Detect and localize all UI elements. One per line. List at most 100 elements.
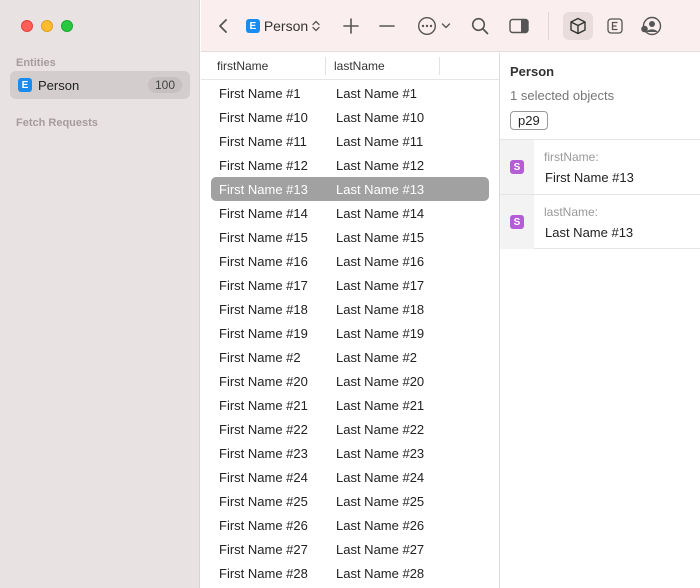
- cell-firstname: First Name #12: [219, 157, 308, 173]
- cell-lastname: Last Name #24: [336, 469, 425, 485]
- cell-lastname: Last Name #1: [336, 85, 417, 101]
- record-count-badge: 100: [147, 77, 182, 93]
- more-menu-button[interactable]: [415, 14, 453, 38]
- cell-lastname: Last Name #2: [336, 349, 417, 365]
- entity-square-icon: [607, 18, 623, 34]
- table-row[interactable]: First Name #10 Last Name #10: [201, 105, 499, 129]
- entity-icon: E: [18, 78, 32, 92]
- cell-lastname: Last Name #14: [336, 205, 425, 221]
- cell-firstname: First Name #13: [219, 181, 308, 197]
- cell-firstname: First Name #20: [219, 373, 308, 389]
- close-window-button[interactable]: [21, 20, 33, 32]
- entity-selector[interactable]: E Person: [245, 14, 321, 38]
- toolbar: E Person: [201, 0, 700, 52]
- table-row[interactable]: First Name #2 Last Name #2: [201, 345, 499, 369]
- add-button[interactable]: [339, 14, 363, 38]
- plus-icon: [343, 18, 359, 34]
- cell-lastname: Last Name #18: [336, 301, 425, 317]
- table-row[interactable]: First Name #21 Last Name #21: [201, 393, 499, 417]
- chevron-left-icon: [219, 19, 227, 33]
- table-row[interactable]: First Name #28 Last Name #28: [201, 561, 499, 585]
- cell-lastname: Last Name #22: [336, 421, 425, 437]
- entity-icon: E: [245, 19, 260, 33]
- table-row[interactable]: First Name #20 Last Name #20: [201, 369, 499, 393]
- back-button[interactable]: [213, 14, 233, 38]
- cell-lastname: Last Name #10: [336, 109, 425, 125]
- table-row[interactable]: First Name #19 Last Name #19: [201, 321, 499, 345]
- string-type-icon: S: [510, 160, 524, 174]
- zoom-window-button[interactable]: [61, 20, 73, 32]
- table-row[interactable]: First Name #23 Last Name #23: [201, 441, 499, 465]
- minus-icon: [379, 25, 395, 27]
- table-row[interactable]: First Name #24 Last Name #24: [201, 465, 499, 489]
- remove-button[interactable]: [375, 14, 399, 38]
- cell-firstname: First Name #10: [219, 109, 308, 125]
- cell-firstname: First Name #23: [219, 445, 308, 461]
- table-row[interactable]: First Name #25 Last Name #25: [201, 489, 499, 513]
- attribute-value[interactable]: First Name #13: [545, 170, 634, 185]
- records-table: firstName lastName First Name #1 Last Nam…: [201, 53, 499, 588]
- object-id-tag[interactable]: p29: [510, 111, 548, 130]
- cell-firstname: First Name #16: [219, 253, 308, 269]
- cell-lastname: Last Name #27: [336, 541, 425, 557]
- sidebar-item-label: Person: [38, 77, 80, 93]
- search-icon: [471, 17, 489, 35]
- table-row[interactable]: First Name #17 Last Name #17: [201, 273, 499, 297]
- cell-firstname: First Name #19: [219, 325, 308, 341]
- entity-view-button[interactable]: [604, 14, 626, 38]
- table-row[interactable]: First Name #18 Last Name #18: [201, 297, 499, 321]
- cell-firstname: First Name #17: [219, 277, 308, 293]
- entities-section-header: Entities: [16, 57, 56, 69]
- table-row-selected[interactable]: First Name #13 Last Name #13: [201, 177, 499, 201]
- account-button[interactable]: [639, 14, 663, 38]
- attribute-name: firstName:: [544, 150, 599, 164]
- column-divider[interactable]: [439, 57, 440, 75]
- cell-firstname: First Name #24: [219, 469, 308, 485]
- cell-firstname: First Name #2: [219, 349, 301, 365]
- table-row[interactable]: First Name #12 Last Name #12: [201, 153, 499, 177]
- column-header-lastname[interactable]: lastName: [334, 59, 385, 73]
- table-row[interactable]: First Name #27 Last Name #27: [201, 537, 499, 561]
- table-row[interactable]: First Name #22 Last Name #22: [201, 417, 499, 441]
- table-row[interactable]: First Name #16 Last Name #16: [201, 249, 499, 273]
- table-header: firstName lastName: [201, 53, 499, 80]
- object-view-button[interactable]: [563, 12, 593, 40]
- table-row[interactable]: First Name #11 Last Name #11: [201, 129, 499, 153]
- sidebar-item-person[interactable]: E Person 100: [10, 71, 190, 99]
- cell-firstname: First Name #18: [219, 301, 308, 317]
- inspector-panel: Person 1 selected objects p29 S firstNam…: [500, 53, 700, 588]
- cell-lastname: Last Name #17: [336, 277, 425, 293]
- chevron-updown-icon: [312, 20, 320, 32]
- inspector-title: Person: [510, 64, 555, 79]
- table-row[interactable]: First Name #15 Last Name #15: [201, 225, 499, 249]
- table-row[interactable]: First Name #26 Last Name #26: [201, 513, 499, 537]
- cell-lastname: Last Name #21: [336, 397, 425, 413]
- table-row[interactable]: First Name #1 Last Name #1: [201, 81, 499, 105]
- sidebar-right-icon: [509, 18, 529, 34]
- cell-firstname: First Name #28: [219, 565, 308, 581]
- column-header-firstname[interactable]: firstName: [217, 59, 268, 73]
- toolbar-divider: [548, 12, 549, 40]
- person-circle-icon: [641, 16, 662, 36]
- window-controls: [21, 20, 73, 32]
- cell-firstname: First Name #26: [219, 517, 308, 533]
- table-body: First Name #1 Last Name #1 First Name #10 L…: [201, 81, 499, 585]
- cell-lastname: Last Name #25: [336, 493, 425, 509]
- attribute-name: lastName:: [544, 205, 599, 219]
- column-divider[interactable]: [325, 57, 326, 75]
- attribute-value[interactable]: Last Name #13: [545, 225, 633, 240]
- table-row[interactable]: First Name #14 Last Name #14: [201, 201, 499, 225]
- sidebar: Entities E Person 100 Fetch Requests: [0, 0, 200, 588]
- string-type-icon: S: [510, 215, 524, 229]
- entity-selector-label: Person: [263, 18, 309, 34]
- fetch-requests-section-header: Fetch Requests: [16, 117, 98, 129]
- cell-firstname: First Name #1: [219, 85, 301, 101]
- search-button[interactable]: [469, 14, 491, 38]
- cell-firstname: First Name #14: [219, 205, 308, 221]
- attribute-row-lastname: S lastName: Last Name #13: [500, 194, 700, 249]
- cell-firstname: First Name #22: [219, 421, 308, 437]
- cell-firstname: First Name #11: [219, 133, 307, 149]
- minimize-window-button[interactable]: [41, 20, 53, 32]
- attribute-row-firstname: S firstName: First Name #13: [500, 139, 700, 194]
- toggle-inspector-button[interactable]: [507, 14, 531, 38]
